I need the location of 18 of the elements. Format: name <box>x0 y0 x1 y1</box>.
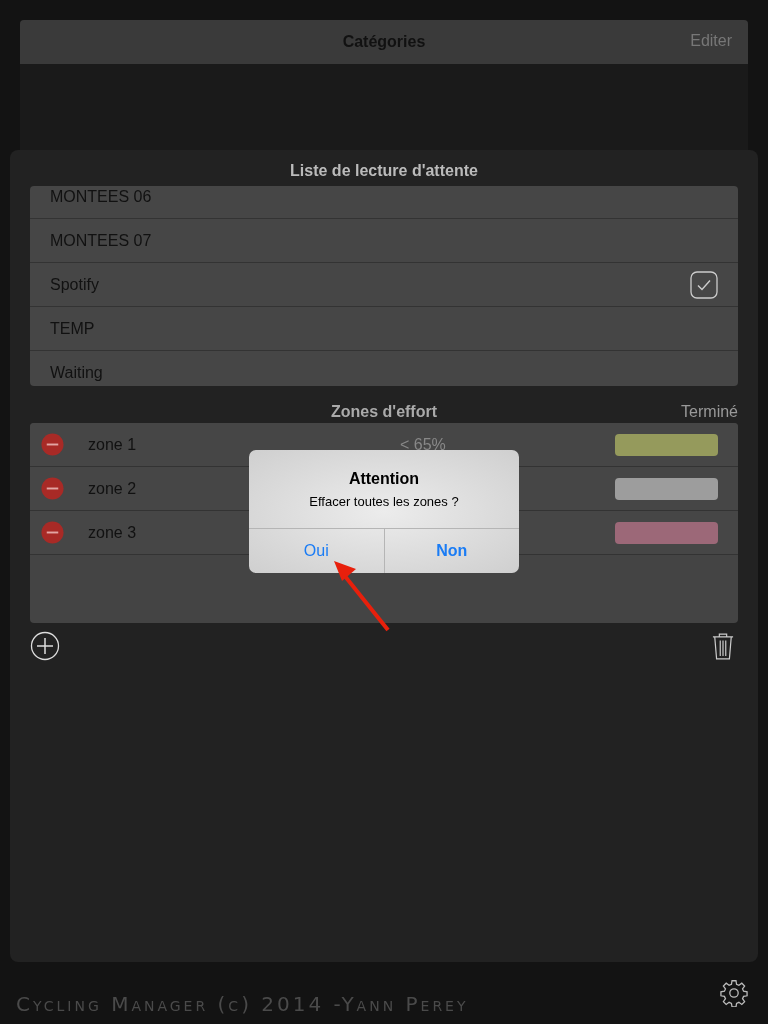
add-icon[interactable] <box>30 631 60 661</box>
delete-icon[interactable] <box>41 521 64 544</box>
trash-icon[interactable] <box>712 631 734 661</box>
alert-button[interactable]: Oui <box>249 529 384 573</box>
edit-button[interactable]: Editer <box>690 32 732 50</box>
zone-color-swatch[interactable] <box>615 477 718 500</box>
delete-icon[interactable] <box>41 433 64 456</box>
alert-message: Effacer toutes les zones ? <box>309 494 459 509</box>
playlist-title: Liste de lecture d'attente <box>289 162 479 181</box>
zone-range: < 65% <box>400 435 446 454</box>
settings-icon[interactable] <box>720 979 748 1007</box>
alert-button[interactable]: Non <box>383 529 519 573</box>
done-button[interactable]: Terminé <box>681 403 738 421</box>
zone-color-swatch[interactable] <box>615 433 718 456</box>
zone-color-swatch[interactable] <box>615 521 718 544</box>
zones-title: Zones d'effort <box>331 403 437 421</box>
delete-icon[interactable] <box>41 477 64 500</box>
alert-title: Attention <box>348 470 420 488</box>
